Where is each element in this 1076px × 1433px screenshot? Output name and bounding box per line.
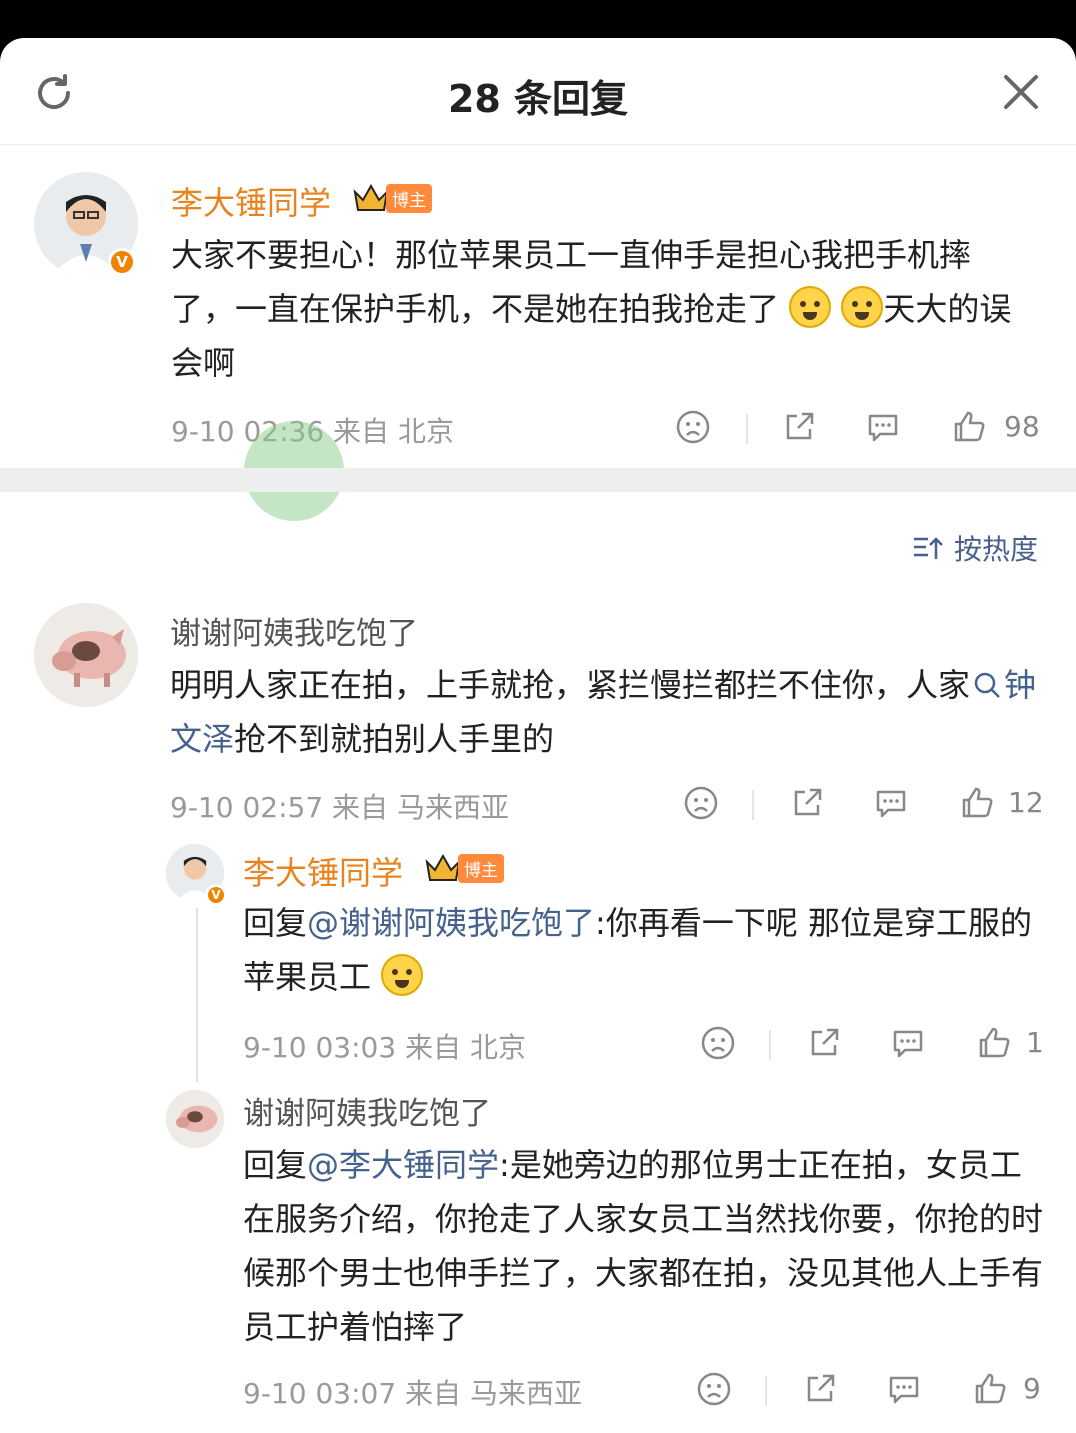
reply-actions: 1 xyxy=(701,1026,1046,1066)
post-actions: 98 xyxy=(676,410,1046,450)
comment-text: 明明人家正在拍，上手就抢，紧拦慢拦都拦不住你，人家 钟文泽抢不到就拍别人手里的 xyxy=(170,658,1050,766)
share-icon xyxy=(811,1028,839,1056)
comment-button[interactable] xyxy=(866,410,900,448)
mention-link[interactable]: @李大锤同学 xyxy=(307,1146,499,1184)
comment-meta: 9-10 02:57 来自 马来西亚 xyxy=(170,786,509,826)
reply-text: 回复@李大锤同学:是她旁边的那位男士正在拍，女员工在服务介绍，你抢走了人家女员工… xyxy=(243,1138,1048,1354)
share-button[interactable] xyxy=(807,1026,841,1064)
reply-meta: 9-10 03:07 来自 马来西亚 xyxy=(243,1372,582,1412)
comment-icon xyxy=(893,1030,923,1058)
reply-prefix: 回复 xyxy=(243,1146,308,1184)
reply-prefix: 回复 xyxy=(243,904,308,942)
reply-text: 回复@谢谢阿姨我吃饱了:你再看一下呢 那位是穿工服的苹果员工 xyxy=(243,896,1043,1004)
share-icon xyxy=(794,788,822,816)
search-icon xyxy=(974,672,1000,698)
reply-source: 来自 北京 xyxy=(405,1031,526,1064)
sort-label: 按热度 xyxy=(953,533,1038,566)
reply-meta: 9-10 03:03 来自 北京 xyxy=(243,1026,526,1066)
crown-icon xyxy=(353,183,389,211)
avatar[interactable] xyxy=(166,1090,224,1148)
author-name[interactable]: 李大锤同学 xyxy=(171,178,331,224)
sheet-header: 28 条回复 xyxy=(0,38,1076,145)
sort-toggle[interactable]: 按热度 xyxy=(912,528,1038,568)
comment-icon xyxy=(889,1376,919,1404)
comment-time: 9-10 02:57 xyxy=(170,791,324,824)
blogger-badge: 博主 xyxy=(352,182,432,214)
thread-line xyxy=(196,908,198,1082)
post-text: 大家不要担心！那位苹果员工一直伸手是担心我把手机摔了，一直在保护手机，不是她在拍… xyxy=(171,228,1021,390)
comment-actions: 12 xyxy=(684,786,1046,826)
thumbs-up-icon xyxy=(954,411,985,442)
sad-face-icon xyxy=(697,1372,731,1406)
blogger-tag: 博主 xyxy=(458,853,504,883)
separator xyxy=(746,414,748,444)
dislike-button[interactable] xyxy=(676,410,710,448)
sort-icon xyxy=(913,537,943,559)
laughing-emoji-icon xyxy=(381,954,424,996)
reply-actions: 9 xyxy=(697,1372,1046,1412)
reply-time: 9-10 03:07 xyxy=(243,1377,397,1410)
blogger-tag: 博主 xyxy=(386,183,432,213)
like-count: 9 xyxy=(1023,1372,1041,1405)
dislike-button[interactable] xyxy=(684,786,718,824)
mention-link[interactable]: @谢谢阿姨我吃饱了 xyxy=(307,904,595,942)
comment-icon xyxy=(868,414,898,442)
separator xyxy=(765,1376,767,1406)
commenter-name[interactable]: 谢谢阿姨我吃饱了 xyxy=(170,608,418,653)
verified-badge-icon: V xyxy=(108,248,136,276)
like-count: 98 xyxy=(1004,410,1040,443)
reply-time: 9-10 03:03 xyxy=(243,1031,397,1064)
crying-emoji-icon xyxy=(789,286,832,328)
reply-author-name[interactable]: 谢谢阿姨我吃饱了 xyxy=(243,1088,491,1133)
like-count: 12 xyxy=(1008,786,1044,819)
verified-badge-icon: V xyxy=(205,884,227,906)
sad-face-icon xyxy=(684,786,718,820)
like-button[interactable] xyxy=(977,1026,1011,1064)
comment-text-part1: 明明人家正在拍，上手就抢，紧拦慢拦都拦不住你，人家 xyxy=(170,666,971,704)
share-button[interactable] xyxy=(782,410,816,448)
thumbs-up-icon xyxy=(962,787,993,818)
comment-button[interactable] xyxy=(887,1372,921,1410)
thumbs-up-icon xyxy=(975,1373,1006,1404)
replies-sheet: 28 条回复 V 李大锤同学 博主 大家不要担心！那位苹果员工一直伸手是担心我把… xyxy=(0,38,1076,1433)
comment-button[interactable] xyxy=(891,1026,925,1064)
comment-source: 来自 马来西亚 xyxy=(332,791,509,824)
share-icon xyxy=(807,1374,835,1402)
like-button[interactable] xyxy=(960,786,994,824)
dislike-button[interactable] xyxy=(697,1372,731,1410)
separator xyxy=(752,790,754,820)
separator xyxy=(769,1030,771,1060)
comment-icon xyxy=(876,790,906,818)
close-icon[interactable] xyxy=(1000,71,1042,113)
post-source: 来自 北京 xyxy=(333,415,454,448)
like-button[interactable] xyxy=(973,1372,1007,1410)
avatar[interactable] xyxy=(34,603,138,707)
page-title: 28 条回复 xyxy=(447,77,629,121)
sad-face-icon xyxy=(676,410,710,444)
dislike-button[interactable] xyxy=(701,1026,735,1064)
reply-source: 来自 马来西亚 xyxy=(405,1377,582,1410)
share-button[interactable] xyxy=(803,1372,837,1410)
share-icon xyxy=(786,412,814,440)
crown-icon xyxy=(425,853,461,881)
sad-face-icon xyxy=(701,1026,735,1060)
comment-button[interactable] xyxy=(874,786,908,824)
section-divider xyxy=(0,468,1076,492)
comment-text-part2: 抢不到就拍别人手里的 xyxy=(234,720,555,758)
like-button[interactable] xyxy=(952,410,986,448)
thumbs-up-icon xyxy=(979,1027,1010,1058)
crying-emoji-icon xyxy=(841,286,884,328)
reply-author-name[interactable]: 李大锤同学 xyxy=(243,848,403,894)
blogger-badge: 博主 xyxy=(424,852,504,884)
share-button[interactable] xyxy=(790,786,824,824)
like-count: 1 xyxy=(1026,1026,1044,1059)
